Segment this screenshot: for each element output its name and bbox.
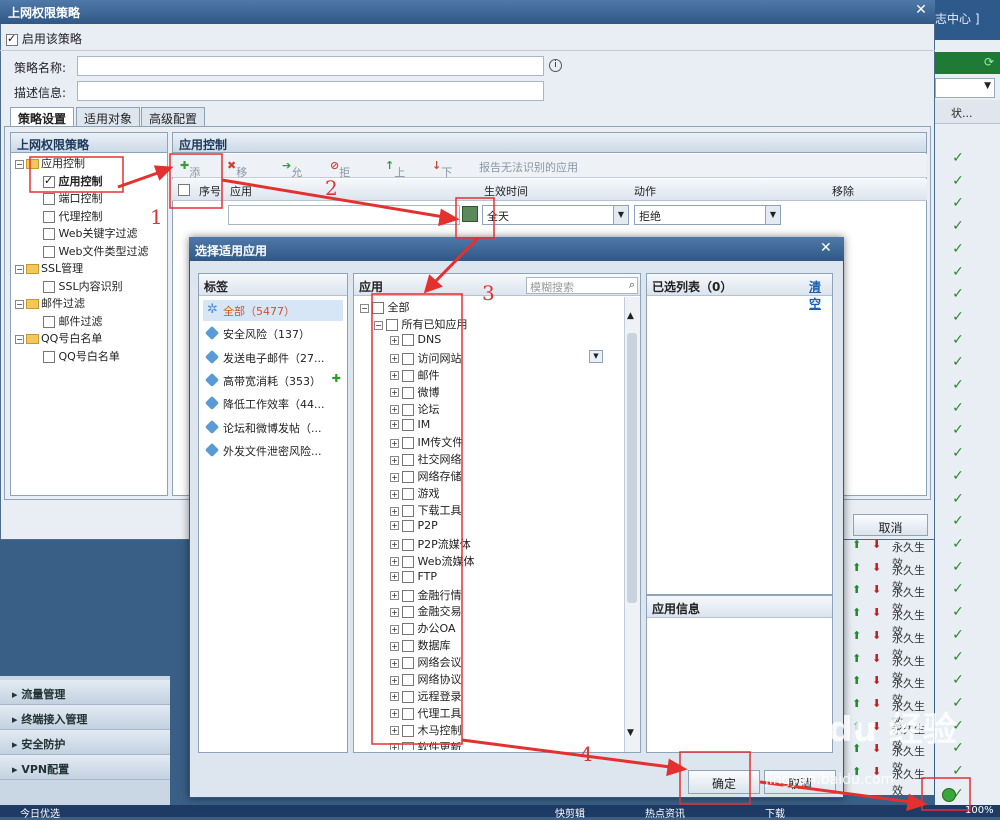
- arrowhead: [153, 165, 174, 181]
- watermark: Baidu 经验: [768, 710, 957, 750]
- step-number: 3: [482, 281, 495, 305]
- arrow-4: [461, 738, 679, 770]
- step-number: 2: [325, 176, 338, 200]
- highlight-box: [169, 153, 223, 209]
- arrowhead: [666, 758, 688, 777]
- annotation-layer: [29, 153, 971, 812]
- step-number: 4: [580, 742, 593, 766]
- arrow-3: [428, 236, 480, 289]
- highlight-box: [679, 751, 751, 805]
- arrowhead: [438, 208, 460, 227]
- tray-shield-icon[interactable]: [942, 788, 956, 802]
- watermark-url: jingyan.baidu.com: [765, 772, 895, 788]
- highlight-box: [371, 293, 463, 745]
- step-number: 1: [150, 205, 163, 229]
- highlight-box: [29, 156, 124, 193]
- highlight-box: [455, 197, 495, 239]
